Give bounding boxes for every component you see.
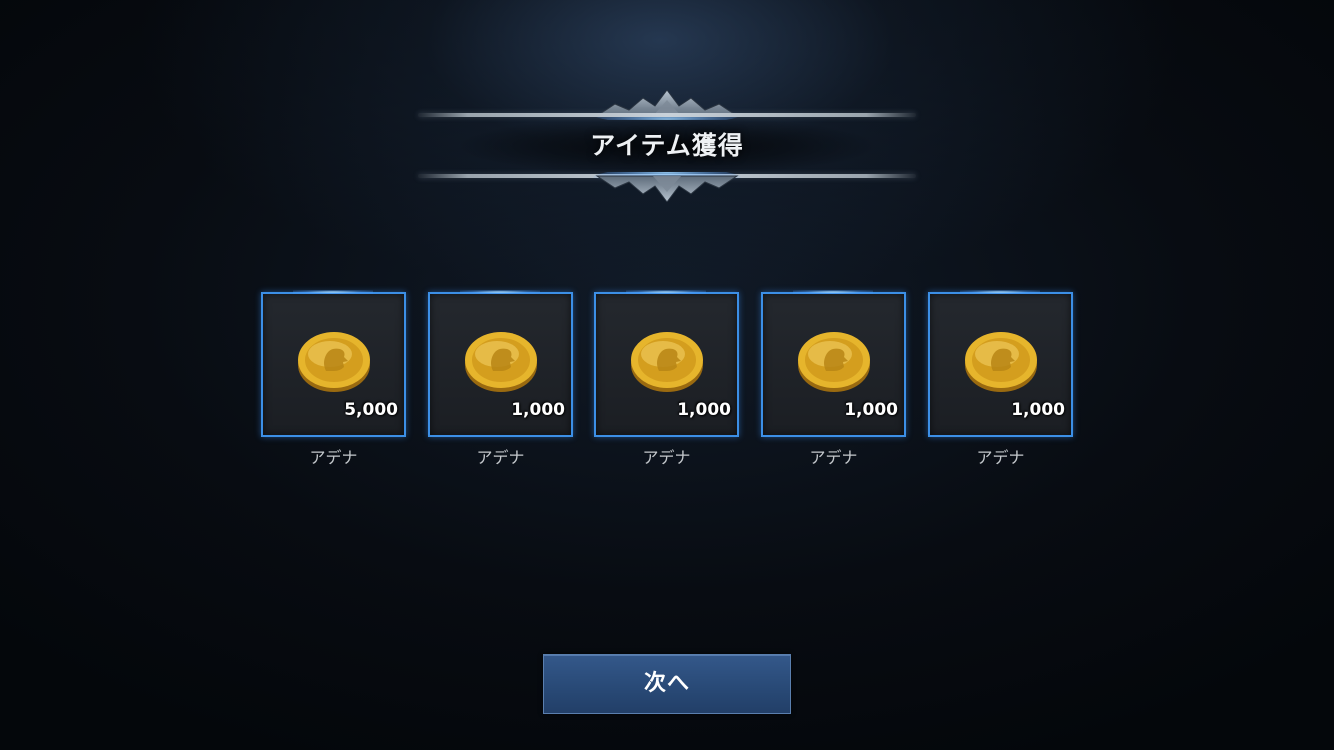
next-button[interactable]: 次へ: [543, 654, 791, 714]
banner-ornament-bottom: [593, 172, 741, 202]
banner-line-top: [418, 113, 916, 117]
reward-name: アデナ: [809, 448, 858, 467]
reward-quantity: 1,000: [844, 400, 898, 420]
gold-coin-icon: [631, 332, 703, 392]
gold-coin-icon: [798, 332, 870, 392]
reward-item[interactable]: 5,000 アデナ: [261, 290, 406, 472]
reward-item[interactable]: 1,000 アデナ: [761, 290, 906, 472]
reward-slot[interactable]: 1,000: [761, 290, 906, 437]
reward-screen: アイテム獲得 5,000 アデナ 1,000 アデナ 1,000 アデナ 1,0…: [0, 0, 1334, 750]
reward-quantity: 5,000: [344, 400, 398, 420]
next-button-label: 次へ: [643, 671, 690, 696]
reward-quantity: 1,000: [1011, 400, 1065, 420]
reward-list: 5,000 アデナ 1,000 アデナ 1,000 アデナ 1,000 アデナ …: [261, 290, 1074, 472]
reward-item[interactable]: 1,000 アデナ: [428, 290, 573, 472]
reward-slot[interactable]: 5,000: [261, 290, 406, 437]
reward-quantity: 1,000: [511, 400, 565, 420]
reward-item[interactable]: 1,000 アデナ: [928, 290, 1073, 472]
reward-name: アデナ: [976, 448, 1025, 467]
title-banner: アイテム獲得: [418, 90, 916, 202]
reward-name: アデナ: [476, 448, 525, 467]
reward-slot[interactable]: 1,000: [594, 290, 739, 437]
reward-name: アデナ: [309, 448, 358, 467]
gold-coin-icon: [465, 332, 537, 392]
gold-coin-icon: [965, 332, 1037, 392]
reward-quantity: 1,000: [677, 400, 731, 420]
reward-slot[interactable]: 1,000: [928, 290, 1073, 437]
reward-slot[interactable]: 1,000: [428, 290, 573, 437]
dialog-title: アイテム獲得: [590, 131, 744, 160]
reward-item[interactable]: 1,000 アデナ: [594, 290, 739, 472]
reward-name: アデナ: [642, 448, 691, 467]
gold-coin-icon: [298, 332, 370, 392]
